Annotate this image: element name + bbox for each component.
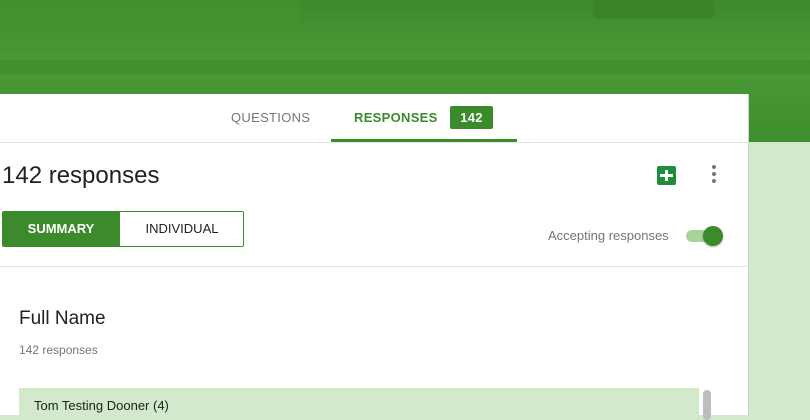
tab-responses-label: RESPONSES bbox=[354, 110, 438, 125]
header-decoration bbox=[0, 60, 810, 74]
more-dot bbox=[712, 179, 716, 183]
summary-button[interactable]: SUMMARY bbox=[3, 212, 119, 246]
more-dot bbox=[712, 172, 716, 176]
answer-list: Tom Testing Dooner (4) bbox=[19, 388, 703, 415]
answer-row: Tom Testing Dooner (4) bbox=[19, 388, 699, 415]
tab-responses[interactable]: RESPONSES 142 bbox=[331, 94, 517, 142]
responses-title: 142 responses bbox=[2, 162, 160, 189]
scrollbar-thumb[interactable] bbox=[703, 390, 711, 420]
page-background bbox=[748, 142, 810, 415]
accepting-responses-label: Accepting responses bbox=[548, 228, 669, 243]
toggle-thumb bbox=[703, 226, 723, 246]
more-dot bbox=[712, 165, 716, 169]
responses-card: QUESTIONS RESPONSES 142 142 responses SU… bbox=[0, 94, 749, 420]
accepting-responses-toggle[interactable] bbox=[686, 225, 724, 247]
google-sheets-icon[interactable] bbox=[657, 166, 676, 185]
header-decoration bbox=[593, 0, 714, 19]
responses-count-badge: 142 bbox=[450, 106, 493, 129]
question-response-count: 142 responses bbox=[19, 343, 98, 357]
divider bbox=[0, 266, 748, 267]
individual-button[interactable]: INDIVIDUAL bbox=[119, 212, 243, 246]
more-vert-icon[interactable] bbox=[705, 164, 723, 186]
sheets-icon-glyph bbox=[660, 174, 673, 177]
header-decoration bbox=[0, 0, 300, 28]
tab-bar: QUESTIONS RESPONSES 142 bbox=[0, 94, 748, 143]
summary-individual-toggle: SUMMARY INDIVIDUAL bbox=[2, 211, 244, 247]
active-tab-indicator bbox=[331, 139, 517, 142]
answer-text: Tom Testing Dooner (4) bbox=[34, 398, 169, 413]
tab-questions[interactable]: QUESTIONS bbox=[231, 94, 310, 142]
answer-list-scrollbar[interactable] bbox=[703, 390, 712, 420]
question-title: Full Name bbox=[19, 308, 106, 329]
